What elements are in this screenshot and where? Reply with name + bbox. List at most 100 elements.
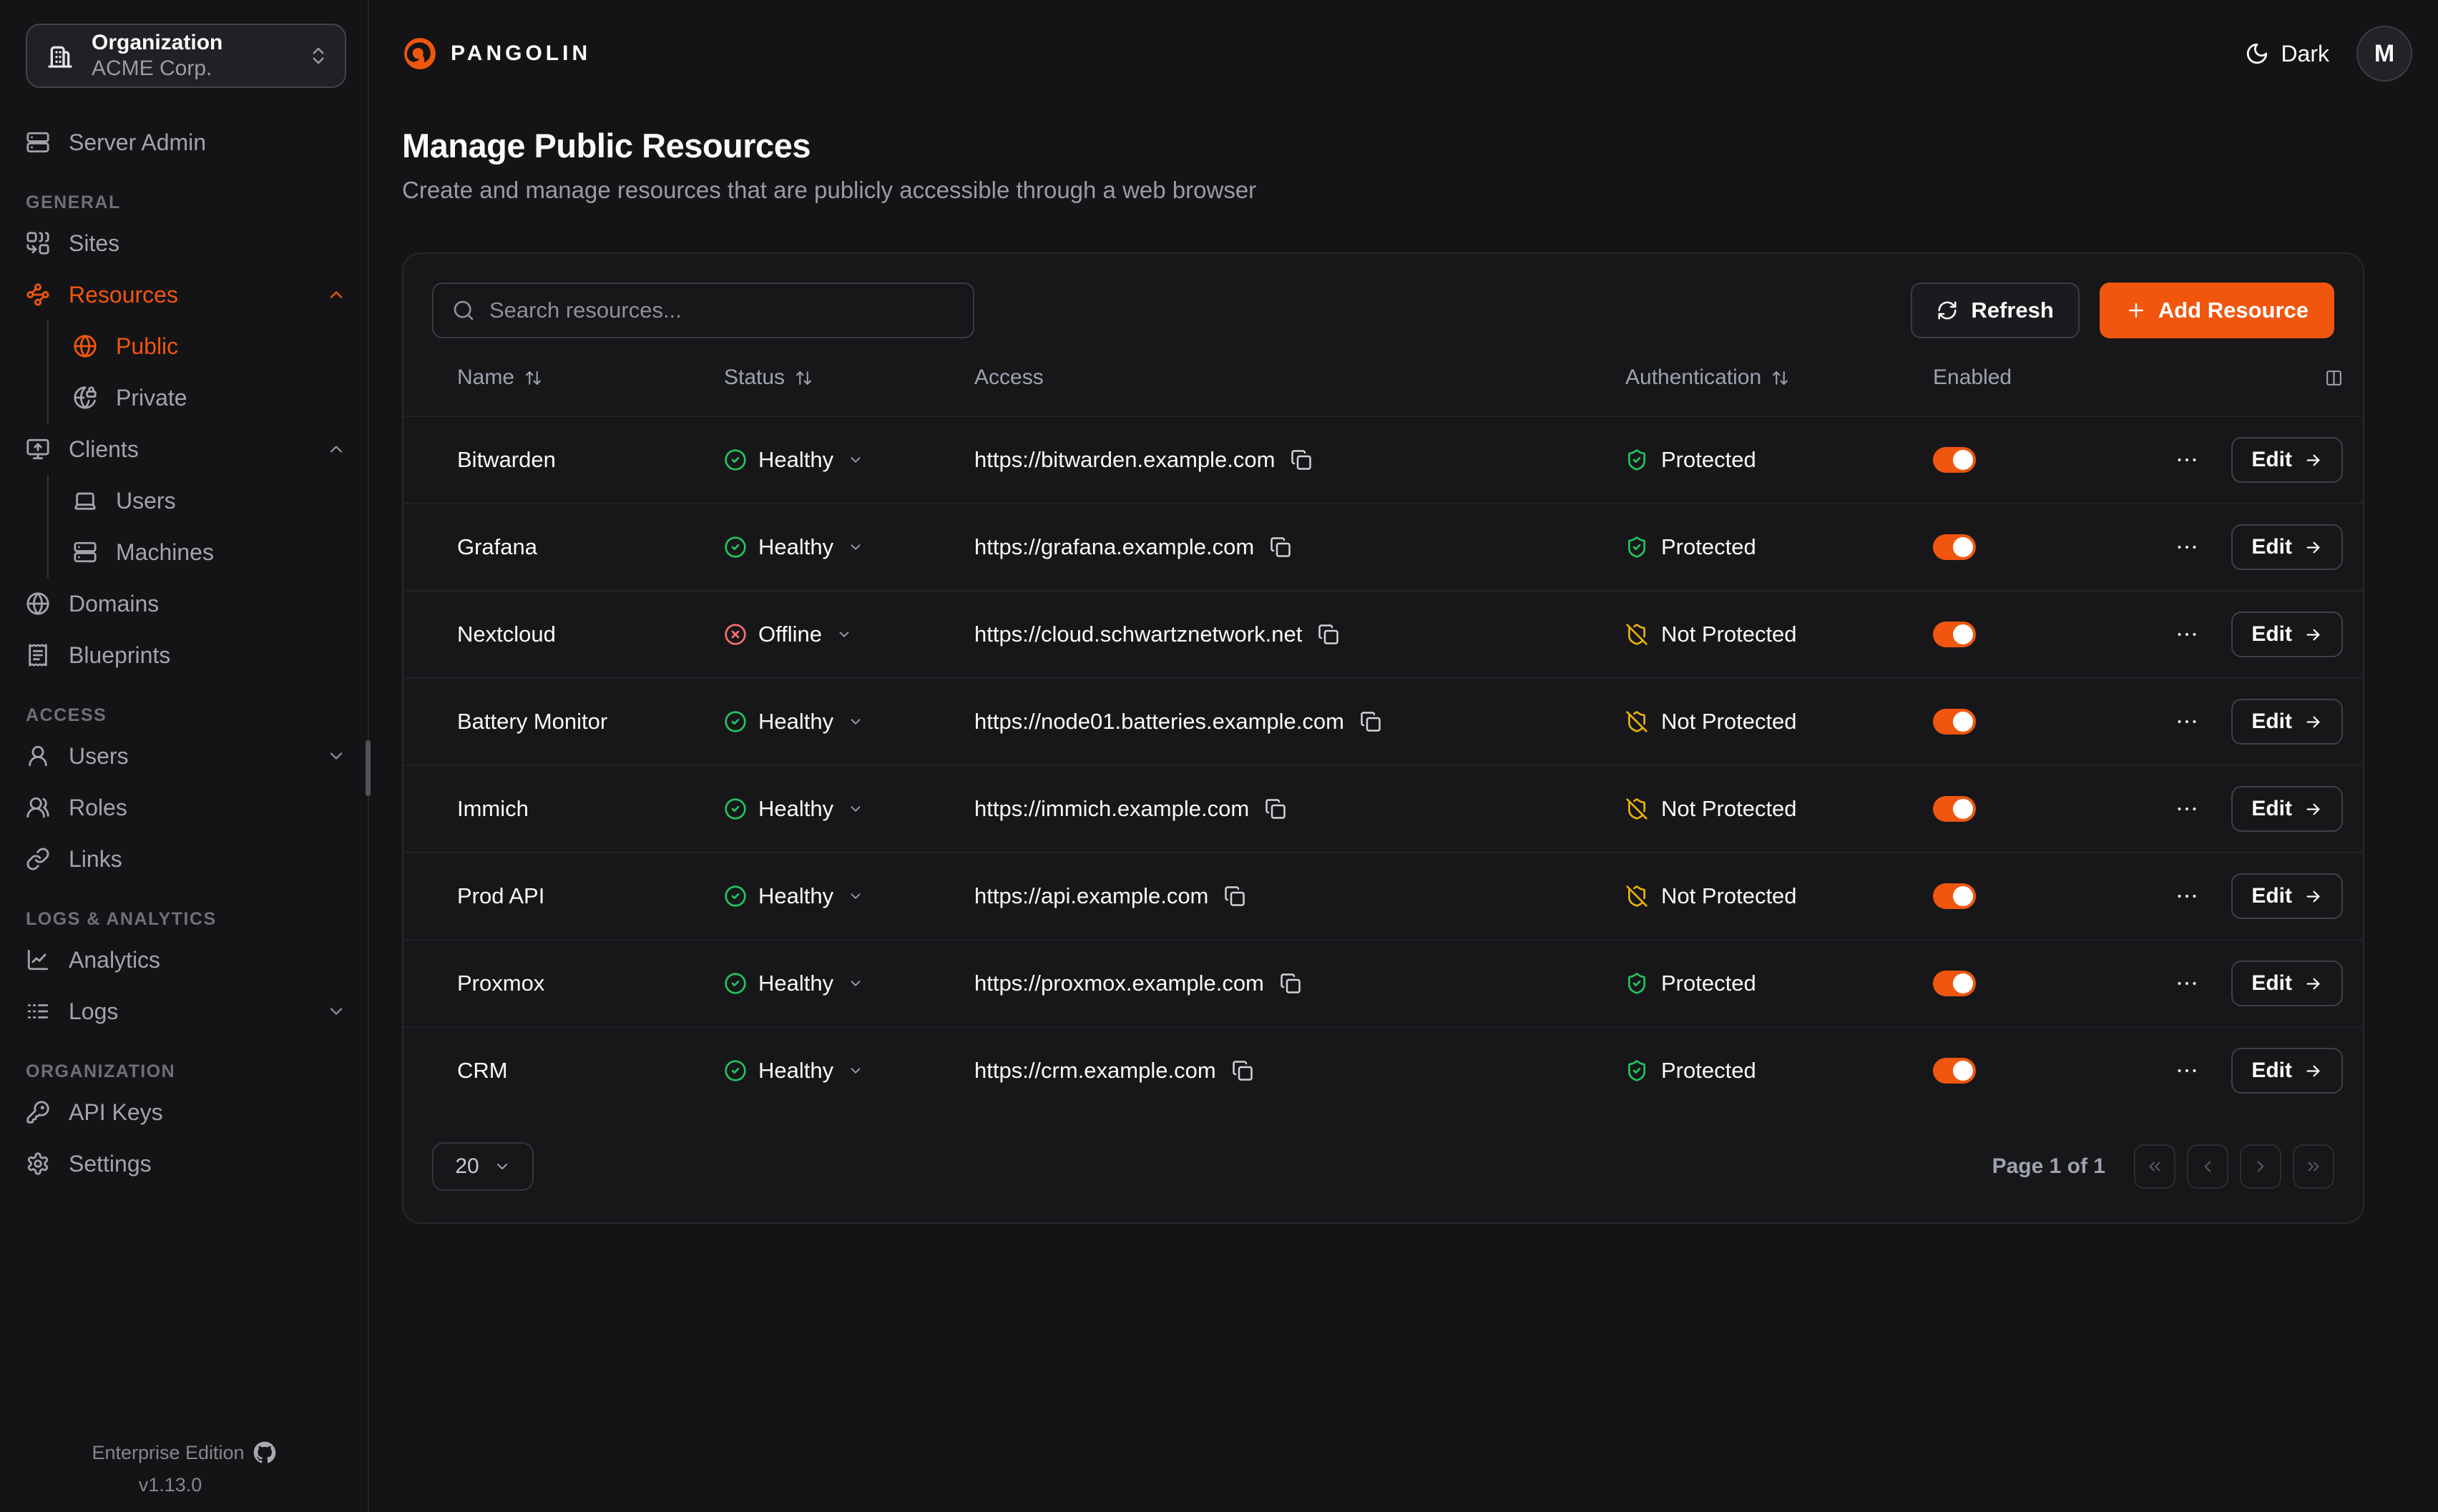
row-menu-button[interactable] [2174, 796, 2200, 822]
copy-icon[interactable] [1318, 624, 1339, 645]
resource-name: CRM [457, 1058, 724, 1084]
sidebar-item-sites[interactable]: Sites [26, 217, 346, 269]
page-title: Manage Public Resources [402, 126, 2438, 165]
circle-check-icon [724, 448, 747, 471]
edit-button[interactable]: Edit [2231, 786, 2343, 832]
copy-icon[interactable] [1291, 449, 1312, 471]
authentication-cell: Protected [1625, 971, 1933, 996]
status-dropdown[interactable]: Healthy [724, 883, 974, 909]
add-resource-button[interactable]: Add Resource [2100, 283, 2334, 338]
page-head: Manage Public Resources Create and manag… [402, 126, 2438, 204]
sidebar-item-clients[interactable]: Clients [26, 423, 346, 475]
shield-check-icon [1625, 972, 1648, 995]
column-header-authentication[interactable]: Authentication [1625, 365, 1933, 390]
refresh-button[interactable]: Refresh [1911, 283, 2079, 338]
row-actions: Edit [2144, 873, 2343, 919]
arrow-right-icon [2304, 712, 2323, 732]
edit-button[interactable]: Edit [2231, 437, 2343, 483]
copy-icon[interactable] [1270, 536, 1291, 558]
arrow-right-icon [2304, 800, 2323, 819]
enabled-toggle[interactable] [1933, 447, 1976, 473]
enabled-toggle[interactable] [1933, 971, 1976, 996]
edit-button[interactable]: Edit [2231, 961, 2343, 1006]
column-header-status[interactable]: Status [724, 365, 974, 390]
status-dropdown[interactable]: Healthy [724, 796, 974, 822]
sidebar-item-links[interactable]: Links [26, 833, 346, 885]
sidebar-item-label: Users [69, 743, 129, 770]
edition-link[interactable]: Enterprise Edition [92, 1441, 275, 1464]
sidebar-item-domains[interactable]: Domains [26, 578, 346, 629]
sidebar-item-label: Roles [69, 795, 127, 821]
circle-check-icon [724, 972, 747, 995]
page-size-select[interactable]: 20 [432, 1142, 534, 1191]
sidebar-item-machines[interactable]: Machines [73, 526, 346, 578]
status-dropdown[interactable]: Healthy [724, 971, 974, 996]
enabled-toggle[interactable] [1933, 883, 1976, 909]
enabled-toggle[interactable] [1933, 534, 1976, 560]
version-link[interactable]: v1.13.0 [139, 1474, 230, 1496]
sidebar-item-settings[interactable]: Settings [26, 1138, 346, 1189]
theme-toggle[interactable]: Dark [2245, 41, 2329, 67]
enabled-toggle[interactable] [1933, 622, 1976, 647]
row-menu-button[interactable] [2174, 534, 2200, 560]
sidebar-item-api-keys[interactable]: API Keys [26, 1086, 346, 1138]
first-page-button[interactable] [2134, 1144, 2175, 1189]
enabled-toggle[interactable] [1933, 1058, 1976, 1084]
building-icon [46, 41, 74, 70]
search-box [432, 283, 974, 338]
row-menu-button[interactable] [2174, 883, 2200, 909]
org-switcher[interactable]: Organization ACME Corp. [26, 24, 346, 88]
settings-icon [26, 1152, 50, 1176]
globe-icon [73, 334, 97, 358]
copy-icon[interactable] [1360, 711, 1381, 732]
row-menu-button[interactable] [2174, 709, 2200, 735]
sidebar-item-logs[interactable]: Logs [26, 986, 346, 1037]
avatar[interactable]: M [2356, 26, 2412, 82]
status-dropdown[interactable]: Healthy [724, 709, 974, 735]
status-dropdown[interactable]: Healthy [724, 447, 974, 473]
github-icon [253, 1441, 276, 1464]
enabled-toggle[interactable] [1933, 796, 1976, 822]
edit-button[interactable]: Edit [2231, 873, 2343, 919]
sidebar-item-resources[interactable]: Resources [26, 269, 346, 320]
sidebar-item-roles[interactable]: Roles [26, 782, 346, 833]
row-menu-button[interactable] [2174, 622, 2200, 647]
sidebar-item-private[interactable]: Private [73, 372, 346, 423]
resource-name: Immich [457, 796, 724, 822]
row-menu-button[interactable] [2174, 1058, 2200, 1084]
status-dropdown[interactable]: Healthy [724, 1058, 974, 1084]
column-header-access: Access [974, 365, 1625, 390]
next-page-button[interactable] [2240, 1144, 2281, 1189]
sidebar-item-server-admin[interactable]: Server Admin [26, 117, 346, 168]
copy-icon[interactable] [1232, 1060, 1253, 1081]
columns-icon[interactable] [2325, 369, 2343, 387]
brand[interactable]: PANGOLIN [402, 35, 591, 72]
sidebar-item-public[interactable]: Public [73, 320, 346, 372]
status-dropdown[interactable]: Offline [724, 622, 974, 647]
status-dropdown[interactable]: Healthy [724, 534, 974, 560]
edit-button[interactable]: Edit [2231, 612, 2343, 657]
copy-icon[interactable] [1265, 798, 1286, 820]
row-actions: Edit [2144, 961, 2343, 1006]
sidebar-item-analytics[interactable]: Analytics [26, 934, 346, 986]
copy-icon[interactable] [1280, 973, 1301, 994]
sidebar-item-users[interactable]: Users [26, 730, 346, 782]
enabled-toggle[interactable] [1933, 709, 1976, 735]
row-menu-button[interactable] [2174, 447, 2200, 473]
sidebar-subgroup: PublicPrivate [47, 320, 346, 423]
prev-page-button[interactable] [2187, 1144, 2228, 1189]
row-menu-button[interactable] [2174, 971, 2200, 996]
edit-button[interactable]: Edit [2231, 524, 2343, 570]
sidebar-item-users[interactable]: Users [73, 475, 346, 526]
column-header-name[interactable]: Name [457, 365, 724, 390]
edit-button[interactable]: Edit [2231, 1048, 2343, 1094]
shield-off-icon [1625, 797, 1648, 820]
table-row-nextcloud: NextcloudOfflinehttps://cloud.schwartzne… [403, 590, 2363, 677]
last-page-button[interactable] [2293, 1144, 2334, 1189]
topbar: PANGOLIN Dark M [402, 0, 2438, 107]
sidebar-item-blueprints[interactable]: Blueprints [26, 629, 346, 681]
page-size-value: 20 [455, 1154, 479, 1179]
search-input[interactable] [489, 298, 954, 323]
edit-button[interactable]: Edit [2231, 699, 2343, 745]
copy-icon[interactable] [1224, 885, 1245, 907]
